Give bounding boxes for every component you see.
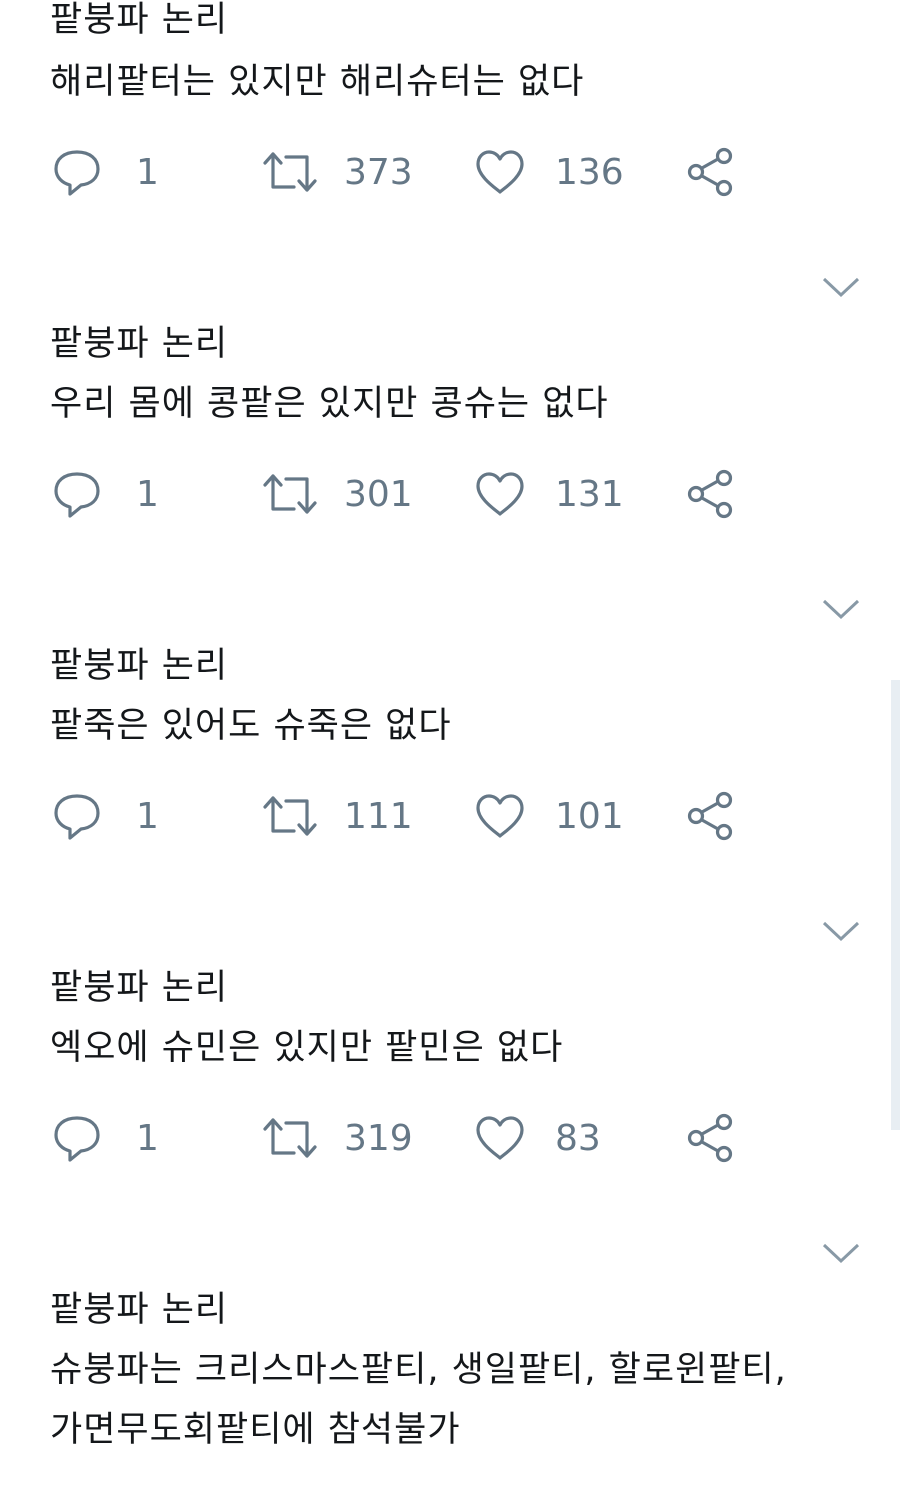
reply-button[interactable]: 1 (52, 786, 159, 846)
share-icon (687, 1113, 733, 1163)
like-count: 131 (555, 473, 624, 515)
retweet-icon (263, 474, 317, 514)
retweet-button[interactable]: 373 (262, 142, 413, 202)
reply-count: 1 (136, 473, 159, 515)
tweet-text-line: 팥붕파 논리 (50, 1290, 229, 1330)
like-icon (476, 150, 524, 194)
like-count: 136 (555, 151, 624, 193)
chevron-down-icon[interactable] (822, 1242, 860, 1264)
like-count: 83 (555, 1117, 601, 1159)
tweet-text-line: 슈붕파는 크리스마스팥티, 생일팥티, 할로윈팥티, (50, 1350, 787, 1390)
reply-button[interactable]: 1 (52, 142, 159, 202)
retweet-count: 373 (344, 151, 413, 193)
reply-icon (54, 472, 100, 518)
share-icon (687, 147, 733, 197)
share-button[interactable] (686, 464, 736, 524)
reply-count: 1 (136, 151, 159, 193)
like-button[interactable]: 131 (475, 464, 624, 524)
share-button[interactable] (686, 786, 736, 846)
tweet-text-line: 우리 몸에 콩팥은 있지만 콩슈는 없다 (50, 384, 609, 424)
tweet-actions: 1 319 83 (0, 1108, 900, 1168)
chevron-down-icon[interactable] (822, 276, 860, 298)
share-icon (687, 469, 733, 519)
reply-count: 1 (136, 1117, 159, 1159)
tweet-text-line: 팥죽은 있어도 슈죽은 없다 (50, 706, 452, 746)
reply-icon (54, 150, 100, 196)
like-count: 101 (555, 795, 624, 837)
retweet-button[interactable]: 319 (262, 1108, 413, 1168)
retweet-button[interactable]: 301 (262, 464, 413, 524)
tweet-actions: 1 111 101 (0, 786, 900, 846)
retweet-count: 301 (344, 473, 413, 515)
tweet-text-line: 엑오에 슈민은 있지만 팥민은 없다 (50, 1028, 564, 1068)
tweet-text-line: 팥붕파 논리 (50, 968, 229, 1008)
tweet-text-line: 팥붕파 논리 (50, 0, 229, 40)
reply-button[interactable]: 1 (52, 1108, 159, 1168)
like-icon (476, 1116, 524, 1160)
chevron-down-icon[interactable] (822, 598, 860, 620)
like-icon (476, 794, 524, 838)
reply-icon (54, 794, 100, 840)
like-icon (476, 472, 524, 516)
retweet-icon (263, 152, 317, 192)
share-button[interactable] (686, 142, 736, 202)
scrollbar[interactable] (891, 680, 900, 1130)
reply-count: 1 (136, 795, 159, 837)
retweet-count: 319 (344, 1117, 413, 1159)
like-button[interactable]: 83 (475, 1108, 601, 1168)
share-button[interactable] (686, 1108, 736, 1168)
reply-icon (54, 1116, 100, 1162)
chevron-down-icon[interactable] (822, 920, 860, 942)
share-icon (687, 791, 733, 841)
like-button[interactable]: 136 (475, 142, 624, 202)
tweet-text-line: 가면무도회팥티에 참석불가 (50, 1410, 461, 1450)
retweet-button[interactable]: 111 (262, 786, 413, 846)
tweet-actions: 1 301 131 (0, 464, 900, 524)
retweet-icon (263, 796, 317, 836)
retweet-icon (263, 1118, 317, 1158)
tweet-text-line: 팥붕파 논리 (50, 324, 229, 364)
tweet-text-line: 팥붕파 논리 (50, 646, 229, 686)
retweet-count: 111 (344, 795, 413, 837)
tweet-text-line: 해리팥터는 있지만 해리슈터는 없다 (50, 62, 585, 102)
tweet-actions: 1 373 136 (0, 142, 900, 202)
reply-button[interactable]: 1 (52, 464, 159, 524)
like-button[interactable]: 101 (475, 786, 624, 846)
